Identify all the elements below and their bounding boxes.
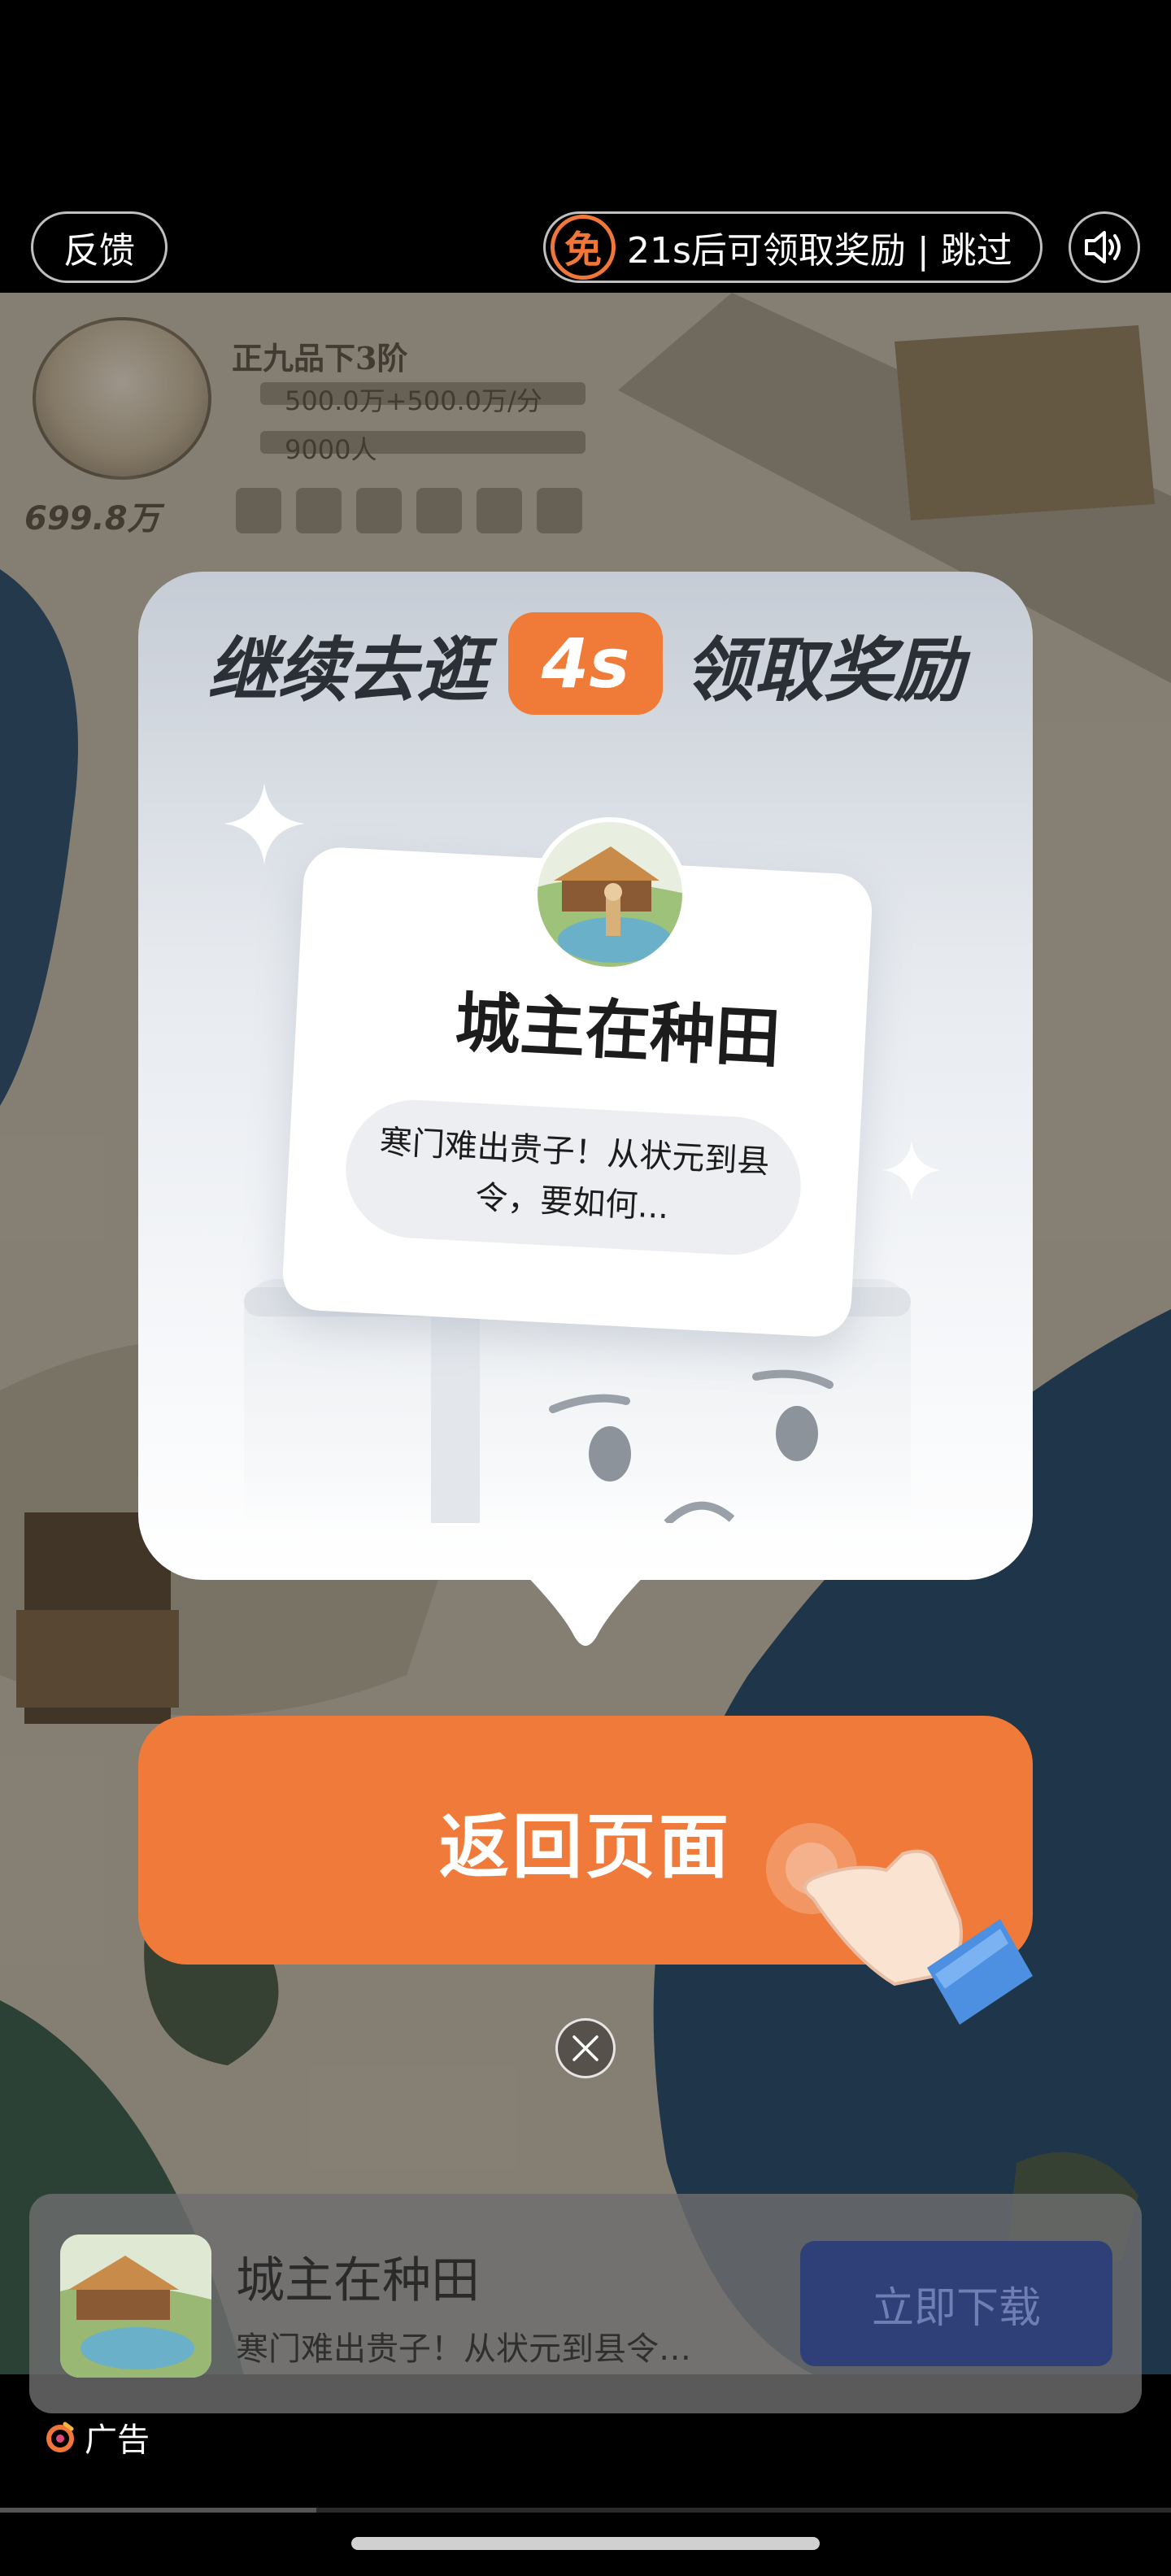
close-icon <box>572 2035 599 2061</box>
video-progress-fill <box>0 2508 316 2513</box>
video-progress-track <box>0 2508 1171 2513</box>
pointing-hand-icon <box>766 1823 1033 2025</box>
return-button-label: 返回页面 <box>439 1806 732 1888</box>
headline-suffix: 领取奖励 <box>684 629 964 711</box>
timer-text: 21s后可领取奖励 | 跳过 <box>627 230 1012 272</box>
game-tagline: 寒门难出贵子！从状元到县令，要如何... <box>342 1096 805 1259</box>
feedback-label: 反馈 <box>63 230 135 272</box>
speaker-icon <box>1085 231 1121 263</box>
close-button[interactable] <box>555 2018 616 2078</box>
home-indicator[interactable] <box>351 2537 820 2550</box>
download-now-button[interactable]: 立即下载 <box>800 2241 1112 2366</box>
ad-logo-icon <box>46 2422 74 2452</box>
banner-app-name: 城主在种田 <box>236 2252 480 2309</box>
skip-timer-button[interactable]: 免 21s后可领取奖励 | 跳过 <box>543 211 1043 283</box>
headline-prefix: 继续去逛 <box>207 629 487 711</box>
banner-app-desc: 寒门难出贵子！从状元到县令… <box>236 2330 691 2368</box>
ad-label-text: 广告 <box>85 2422 150 2459</box>
app-thumbnail <box>60 2234 211 2378</box>
farm-logo-icon <box>60 2234 211 2378</box>
sparkle-icon <box>224 783 305 864</box>
free-icon: 免 <box>551 215 616 280</box>
promo-card[interactable]: 继续去逛 4s 领取奖励 城主在种田 寒门难出贵子！从状元到县令，要如何... <box>138 572 1033 1580</box>
countdown-badge: 4s <box>508 612 663 715</box>
game-logo <box>533 817 687 972</box>
sparkle-icon <box>882 1141 941 1199</box>
feedback-button[interactable]: 反馈 <box>31 211 168 283</box>
app-download-banner[interactable]: 城主在种田 寒门难出贵子！从状元到县令… 立即下载 <box>29 2194 1142 2413</box>
promo-headline: 继续去逛 4s 领取奖励 <box>138 611 1033 716</box>
sound-toggle-button[interactable] <box>1069 211 1140 283</box>
ad-label: 广告 <box>44 2413 150 2461</box>
download-label: 立即下载 <box>871 2283 1041 2333</box>
